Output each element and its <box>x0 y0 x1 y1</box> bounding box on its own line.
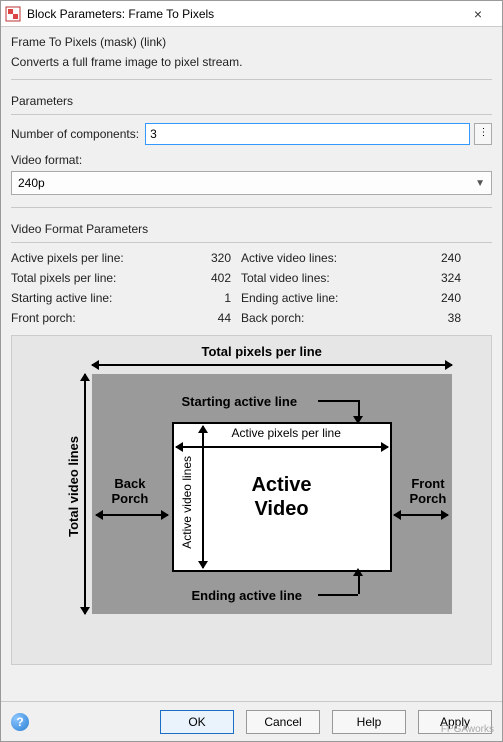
help-button[interactable]: Help <box>332 710 406 734</box>
diagram-start-line-label: Starting active line <box>182 394 298 409</box>
chevron-down-icon: ▼ <box>475 178 485 189</box>
diagram-end-line-label: Ending active line <box>192 588 303 603</box>
param-value: 240 <box>401 251 461 265</box>
description-text: Converts a full frame image to pixel str… <box>11 55 492 69</box>
param-label: Ending active line: <box>241 291 391 305</box>
parameters-title: Parameters <box>11 94 492 108</box>
param-label: Active video lines: <box>241 251 391 265</box>
title-bar: Block Parameters: Frame To Pixels × <box>1 1 502 27</box>
timing-diagram: Total pixels per line Total video lines … <box>11 335 492 665</box>
param-value: 402 <box>171 271 231 285</box>
arrow-total-pixels <box>92 364 452 366</box>
diagram-total-pixels-label: Total pixels per line <box>202 344 322 359</box>
separator <box>11 242 492 243</box>
cancel-button[interactable]: Cancel <box>246 710 320 734</box>
param-label: Front porch: <box>11 311 161 325</box>
separator <box>11 114 492 115</box>
num-components-row: Number of components: ⋮ <box>11 123 492 145</box>
video-format-params-title: Video Format Parameters <box>11 222 492 236</box>
diagram-canvas: Total pixels per line Total video lines … <box>22 346 482 646</box>
separator <box>11 207 492 208</box>
mask-label: Frame To Pixels (mask) (link) <box>11 35 492 49</box>
param-label: Total pixels per line: <box>11 271 161 285</box>
button-bar: ? OK Cancel Help Apply FPGAworks <box>1 701 502 741</box>
more-options-button[interactable]: ⋮ <box>474 123 492 145</box>
param-label: Active pixels per line: <box>11 251 161 265</box>
arrow-total-lines <box>84 374 86 614</box>
param-value: 320 <box>171 251 231 265</box>
help-icon[interactable]: ? <box>11 713 29 731</box>
diagram-front-porch-label: Front Porch <box>410 476 447 506</box>
arrow-active-pixels <box>176 446 388 448</box>
diagram-total-lines-label: Total video lines <box>66 436 81 537</box>
app-icon <box>5 6 21 22</box>
param-label: Total video lines: <box>241 271 391 285</box>
window-title: Block Parameters: Frame To Pixels <box>27 7 458 21</box>
param-value: 44 <box>171 311 231 325</box>
video-params-grid: Active pixels per line: 320 Active video… <box>11 251 492 325</box>
diagram-active-lines-label: Active video lines <box>180 456 194 549</box>
arrow-front-porch <box>394 514 448 516</box>
param-value: 240 <box>401 291 461 305</box>
param-label: Starting active line: <box>11 291 161 305</box>
param-label: Back porch: <box>241 311 391 325</box>
ok-button[interactable]: OK <box>160 710 234 734</box>
video-format-label: Video format: <box>11 153 492 167</box>
close-button[interactable]: × <box>458 6 498 22</box>
num-components-label: Number of components: <box>11 127 139 141</box>
video-format-value: 240p <box>18 176 45 190</box>
param-value: 1 <box>171 291 231 305</box>
separator <box>11 79 492 80</box>
diagram-active-pixels-label: Active pixels per line <box>232 426 341 440</box>
dialog-body: Frame To Pixels (mask) (link) Converts a… <box>1 27 502 701</box>
param-value: 38 <box>401 311 461 325</box>
video-format-select[interactable]: 240p ▼ <box>11 171 492 195</box>
arrow-back-porch <box>96 514 168 516</box>
video-format-row: Video format: 240p ▼ <box>11 153 492 195</box>
param-value: 324 <box>401 271 461 285</box>
dialog-window: Block Parameters: Frame To Pixels × Fram… <box>0 0 503 742</box>
watermark-text: FPGAworks <box>441 724 494 735</box>
active-video-label: Active Video <box>251 473 311 521</box>
active-video-area: Active Video <box>172 422 392 572</box>
diagram-back-porch-label: Back Porch <box>112 476 149 506</box>
num-components-input[interactable] <box>145 123 470 145</box>
arrow-active-lines <box>202 426 204 568</box>
